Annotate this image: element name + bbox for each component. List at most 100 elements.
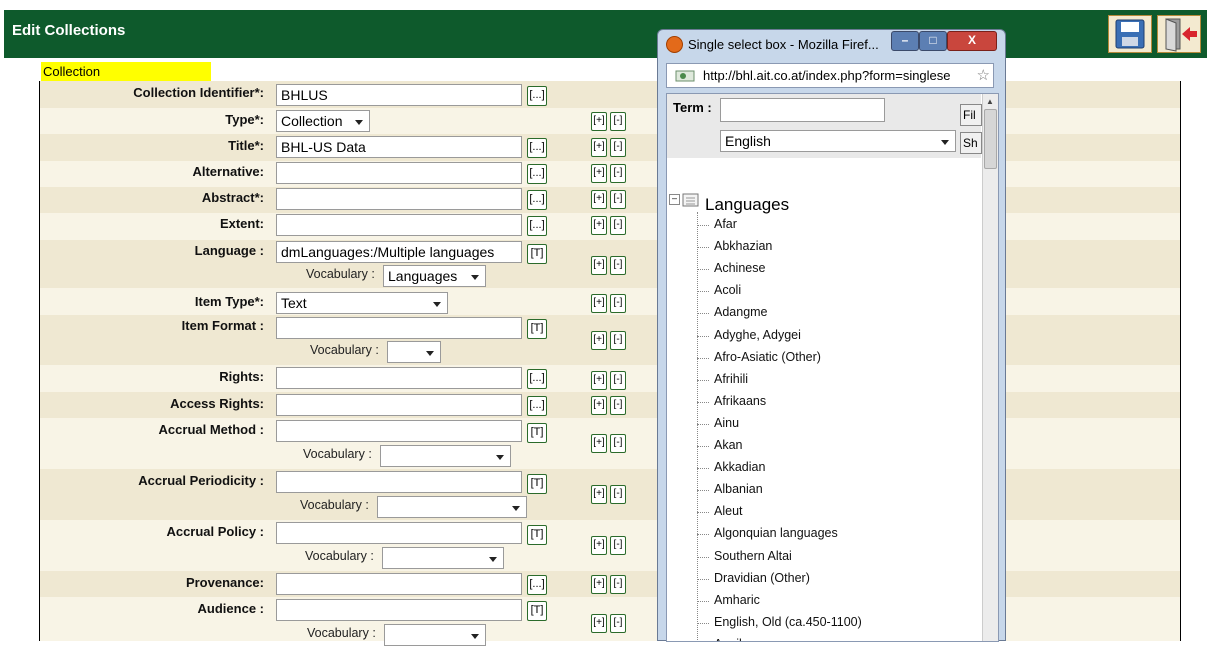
filter-button[interactable]: Fil bbox=[960, 104, 982, 126]
type-remove-button[interactable]: [-] bbox=[610, 112, 626, 131]
item-format-vocabulary-select[interactable] bbox=[387, 341, 441, 363]
language-list-item[interactable]: Afar bbox=[714, 217, 737, 231]
close-button[interactable]: X bbox=[947, 31, 997, 51]
scroll-up-arrow-icon[interactable]: ▲ bbox=[986, 97, 994, 106]
accrual-periodicity-add-button[interactable]: [+] bbox=[591, 485, 607, 504]
extent-input[interactable] bbox=[276, 214, 522, 236]
rights-remove-button[interactable]: [-] bbox=[610, 371, 626, 390]
access-rights-browse-button[interactable]: [...] bbox=[527, 396, 547, 416]
audience-term-button[interactable]: [T] bbox=[527, 601, 547, 621]
language-list-item[interactable]: Aleut bbox=[714, 504, 743, 518]
term-language-select[interactable]: English bbox=[720, 130, 956, 152]
access-rights-add-button[interactable]: [+] bbox=[591, 396, 607, 415]
type-select[interactable]: Collection bbox=[276, 110, 370, 132]
language-list-item[interactable]: Achinese bbox=[714, 261, 765, 275]
collection-tab[interactable]: Collection bbox=[41, 62, 211, 81]
save-button[interactable] bbox=[1108, 15, 1152, 53]
language-list-item[interactable]: Abkhazian bbox=[714, 239, 772, 253]
language-list-item[interactable]: Akan bbox=[714, 438, 743, 452]
exit-button[interactable] bbox=[1157, 15, 1201, 53]
language-list-item[interactable]: English, Old (ca.450-1100) bbox=[714, 615, 862, 629]
abstract-add-button[interactable]: [+] bbox=[591, 190, 607, 209]
language-list-item[interactable]: Adyghe, Adygei bbox=[714, 328, 801, 342]
show-button[interactable]: Sh bbox=[960, 132, 982, 154]
item-format-input[interactable] bbox=[276, 317, 522, 339]
language-list-item[interactable]: Algonquian languages bbox=[714, 526, 838, 540]
abstract-browse-button[interactable]: [...] bbox=[527, 190, 547, 210]
abstract-input[interactable] bbox=[276, 188, 522, 210]
accrual-policy-term-button[interactable]: [T] bbox=[527, 525, 547, 545]
url-bar[interactable]: http://bhl.ait.co.at/index.php?form=sing… bbox=[666, 63, 994, 88]
bookmark-star-icon[interactable]: ☆ bbox=[977, 64, 990, 87]
audience-remove-button[interactable]: [-] bbox=[610, 614, 626, 633]
accrual-method-term-button[interactable]: [T] bbox=[527, 423, 547, 443]
audience-add-button[interactable]: [+] bbox=[591, 614, 607, 633]
language-list-item[interactable]: Acoli bbox=[714, 283, 741, 297]
accrual-method-add-button[interactable]: [+] bbox=[591, 434, 607, 453]
extent-browse-button[interactable]: [...] bbox=[527, 216, 547, 236]
collection-identifier-input[interactable]: BHLUS bbox=[276, 84, 522, 106]
language-list-item[interactable]: Afro-Asiatic (Other) bbox=[714, 350, 821, 364]
extent-add-button[interactable]: [+] bbox=[591, 216, 607, 235]
item-type-add-button[interactable]: [+] bbox=[591, 294, 607, 313]
tree-collapse-icon[interactable]: – bbox=[669, 194, 680, 205]
provenance-input[interactable] bbox=[276, 573, 522, 595]
language-vocabulary-select[interactable]: Languages bbox=[383, 265, 486, 287]
rights-browse-button[interactable]: [...] bbox=[527, 369, 547, 389]
term-input[interactable] bbox=[720, 98, 885, 122]
tree-root-label[interactable]: Languages bbox=[705, 195, 789, 215]
alternative-input[interactable] bbox=[276, 162, 522, 184]
collection-identifier-browse-button[interactable]: [...] bbox=[527, 86, 547, 106]
provenance-add-button[interactable]: [+] bbox=[591, 575, 607, 594]
title-input[interactable]: BHL-US Data bbox=[276, 136, 522, 158]
language-list-item[interactable]: Akkadian bbox=[714, 460, 765, 474]
alternative-add-button[interactable]: [+] bbox=[591, 164, 607, 183]
item-format-add-button[interactable]: [+] bbox=[591, 331, 607, 350]
type-add-button[interactable]: [+] bbox=[591, 112, 607, 131]
title-browse-button[interactable]: [...] bbox=[527, 138, 547, 158]
access-rights-input[interactable] bbox=[276, 394, 522, 416]
provenance-browse-button[interactable]: [...] bbox=[527, 575, 547, 595]
language-input[interactable]: dmLanguages:/Multiple languages bbox=[276, 241, 522, 263]
abstract-remove-button[interactable]: [-] bbox=[610, 190, 626, 209]
accrual-policy-remove-button[interactable]: [-] bbox=[610, 536, 626, 555]
language-list-item[interactable]: Ainu bbox=[714, 416, 739, 430]
item-type-remove-button[interactable]: [-] bbox=[610, 294, 626, 313]
language-list-item[interactable]: Dravidian (Other) bbox=[714, 571, 810, 585]
accrual-policy-vocabulary-select[interactable] bbox=[382, 547, 504, 569]
language-add-button[interactable]: [+] bbox=[591, 256, 607, 275]
accrual-method-vocabulary-select[interactable] bbox=[380, 445, 511, 467]
extent-remove-button[interactable]: [-] bbox=[610, 216, 626, 235]
language-list-item[interactable]: Amharic bbox=[714, 593, 760, 607]
alternative-browse-button[interactable]: [...] bbox=[527, 164, 547, 184]
title-remove-button[interactable]: [-] bbox=[610, 138, 626, 157]
accrual-method-remove-button[interactable]: [-] bbox=[610, 434, 626, 453]
minimize-button[interactable]: – bbox=[891, 31, 919, 51]
title-add-button[interactable]: [+] bbox=[591, 138, 607, 157]
item-format-remove-button[interactable]: [-] bbox=[610, 331, 626, 350]
accrual-method-input[interactable] bbox=[276, 420, 522, 442]
language-list-item[interactable]: Southern Altai bbox=[714, 549, 792, 563]
audience-input[interactable] bbox=[276, 599, 522, 621]
accrual-periodicity-term-button[interactable]: [T] bbox=[527, 474, 547, 494]
scrollbar-thumb[interactable] bbox=[984, 109, 997, 169]
vertical-scrollbar[interactable]: ▲ bbox=[982, 94, 998, 641]
alternative-remove-button[interactable]: [-] bbox=[610, 164, 626, 183]
accrual-periodicity-remove-button[interactable]: [-] bbox=[610, 485, 626, 504]
language-list-item[interactable]: Angika bbox=[714, 637, 752, 641]
accrual-policy-add-button[interactable]: [+] bbox=[591, 536, 607, 555]
rights-add-button[interactable]: [+] bbox=[591, 371, 607, 390]
provenance-remove-button[interactable]: [-] bbox=[610, 575, 626, 594]
access-rights-remove-button[interactable]: [-] bbox=[610, 396, 626, 415]
language-list-item[interactable]: Afrikaans bbox=[714, 394, 766, 408]
language-list-item[interactable]: Albanian bbox=[714, 482, 763, 496]
rights-input[interactable] bbox=[276, 367, 522, 389]
language-remove-button[interactable]: [-] bbox=[610, 256, 626, 275]
accrual-periodicity-vocabulary-select[interactable] bbox=[377, 496, 527, 518]
item-type-select[interactable]: Text bbox=[276, 292, 448, 314]
item-format-term-button[interactable]: [T] bbox=[527, 319, 547, 339]
audience-vocabulary-select[interactable] bbox=[384, 624, 486, 646]
language-list-item[interactable]: Adangme bbox=[714, 305, 768, 319]
accrual-policy-input[interactable] bbox=[276, 522, 522, 544]
language-list-item[interactable]: Afrihili bbox=[714, 372, 748, 386]
